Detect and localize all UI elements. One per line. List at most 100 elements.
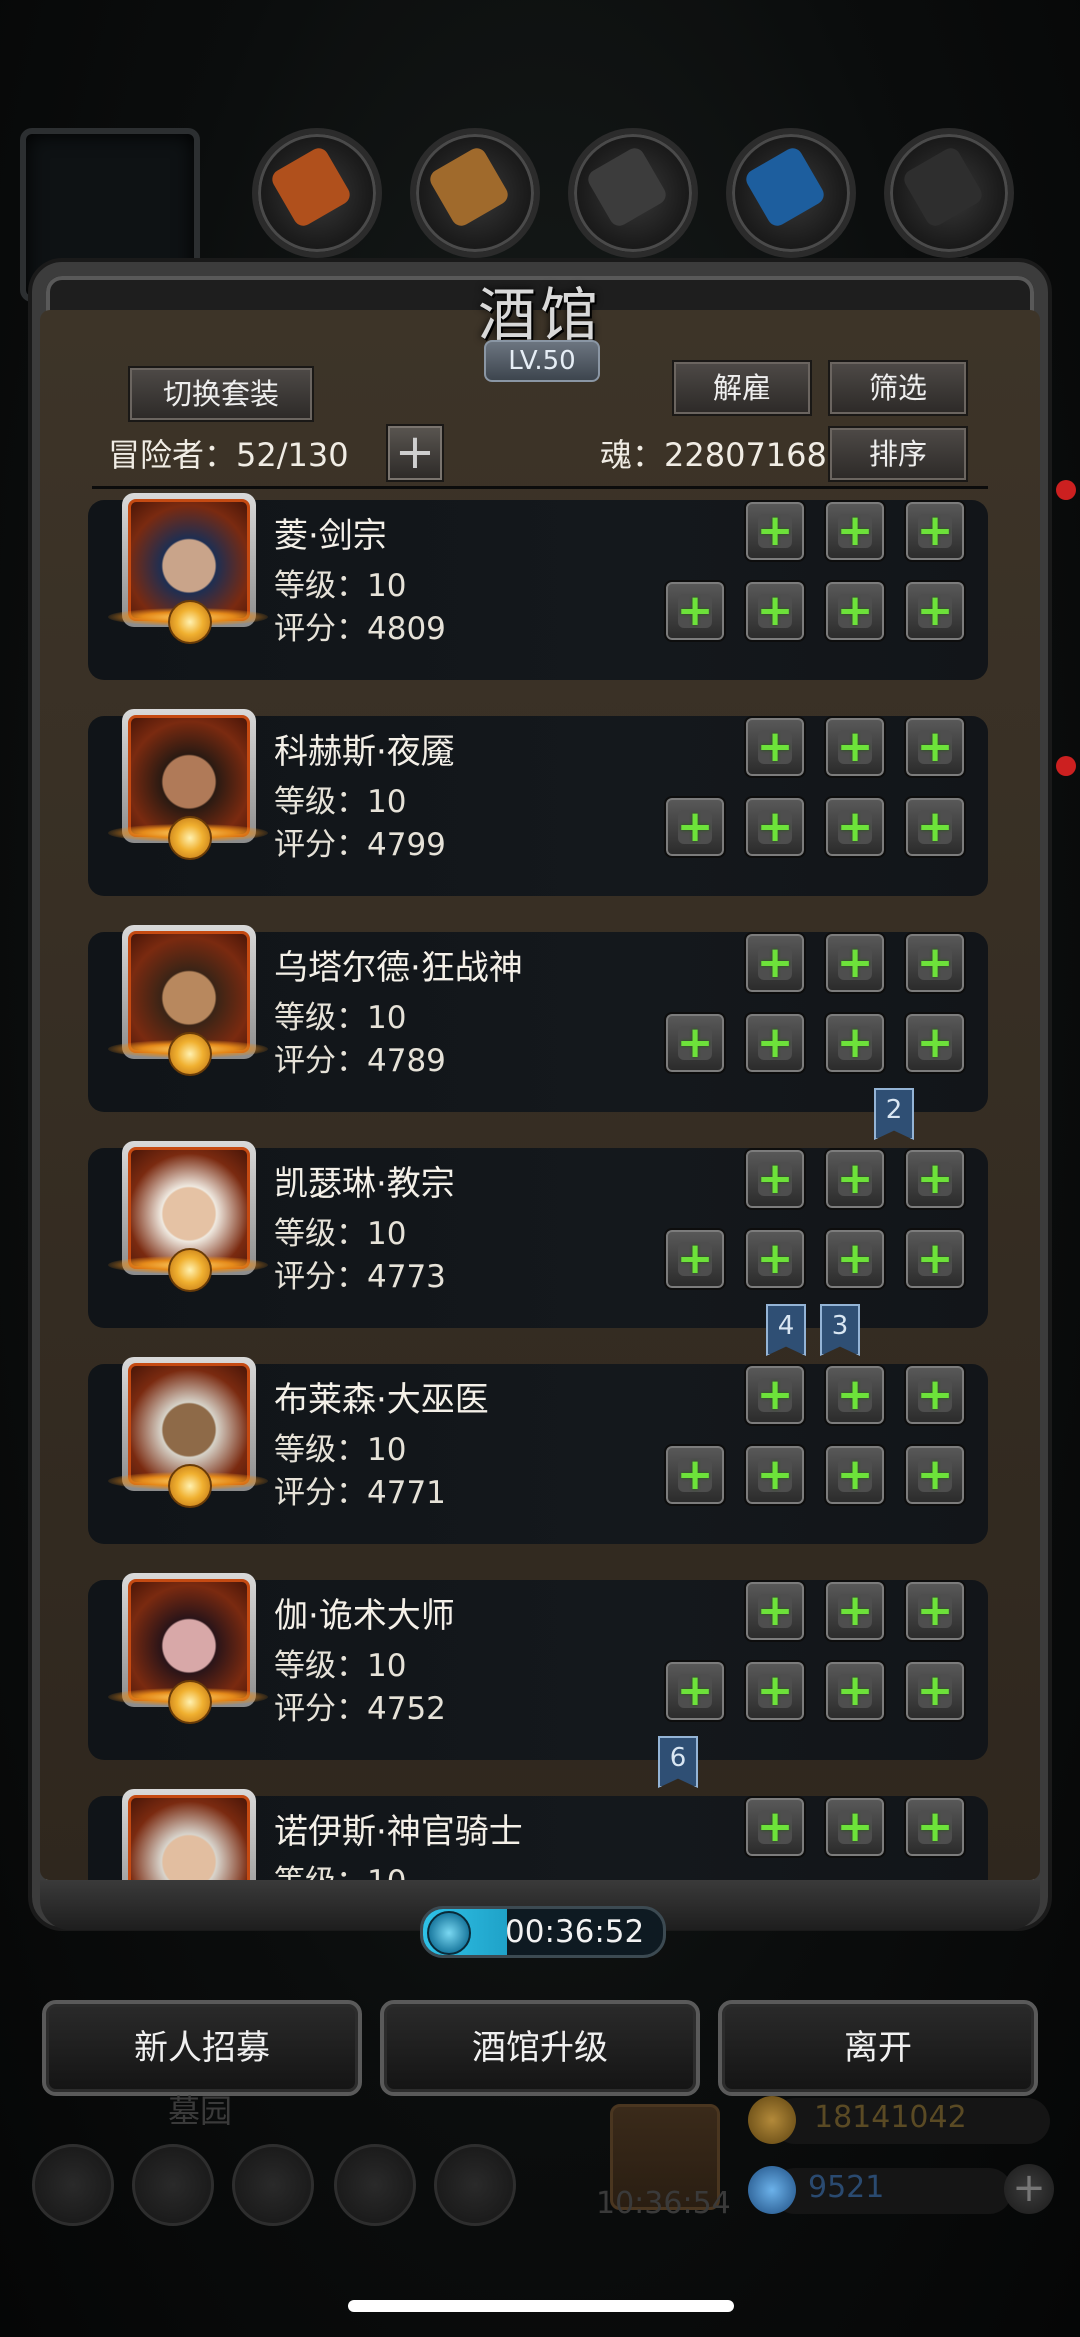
hero-card[interactable]: 乌塔尔德·狂战神 等级：10 评分：4789 + + + + + + + <box>88 925 988 1112</box>
gem-icon <box>748 2166 796 2214</box>
equipment-slot-add[interactable]: + <box>664 1660 726 1722</box>
graveyard-label: 墓园 <box>168 2092 233 2130</box>
equipment-slot-add[interactable]: + <box>904 796 966 858</box>
gift-timer: 10:36:54 <box>596 2186 731 2221</box>
equipment-slot-add[interactable]: + <box>824 1012 886 1074</box>
filter-button[interactable]: 筛选 <box>828 360 968 416</box>
equipment-slot-add[interactable]: + <box>904 1364 966 1426</box>
equipment-slot-add[interactable]: + <box>744 500 806 562</box>
equipment-slot-add[interactable]: + <box>664 580 726 642</box>
recruit-button[interactable]: 新人招募 <box>42 2000 362 2096</box>
equipment-slot-add[interactable]: + <box>744 716 806 778</box>
expand-capacity-button[interactable]: + <box>386 424 444 482</box>
green-plus-icon: + <box>836 1585 874 1636</box>
green-plus-icon: + <box>676 1017 714 1068</box>
hero-card[interactable]: 科赫斯·夜魇 等级：10 评分：4799 + + + + + + + <box>88 709 988 896</box>
green-plus-icon: + <box>836 721 874 772</box>
wood-icon[interactable] <box>410 128 540 258</box>
equipment-slot-add[interactable]: + <box>824 796 886 858</box>
equipment-slot-add[interactable]: + <box>664 1444 726 1506</box>
equipment-slot-add[interactable]: + <box>664 1012 726 1074</box>
equipment-slot-add[interactable]: + <box>824 716 886 778</box>
upgrade-tavern-button[interactable]: 酒馆升级 <box>380 2000 700 2096</box>
equipment-slot-add[interactable]: + <box>824 1660 886 1722</box>
hero-card[interactable]: 伽·诡术大师 等级：10 评分：4752 + + + + + + + <box>88 1573 988 1760</box>
equipment-slot-add[interactable]: + <box>824 1364 886 1426</box>
hero-level: 等级：10 <box>274 1648 407 1684</box>
hero-card[interactable]: 布莱森·大巫医 等级：10 评分：4771 + + + + + + + <box>88 1357 988 1544</box>
equipment-slot-add[interactable]: + <box>904 1660 966 1722</box>
crystal-icon[interactable] <box>726 128 856 258</box>
equipment-slot-add[interactable]: + <box>824 1228 886 1290</box>
equipment-slot-add[interactable]: + <box>904 580 966 642</box>
settings-icon[interactable] <box>32 2144 114 2226</box>
equipment-slot-add[interactable]: + <box>824 1796 886 1858</box>
gold-coin-icon <box>748 2096 796 2144</box>
notification-dot <box>1056 756 1076 776</box>
equipment-slot-add[interactable]: + <box>744 1796 806 1858</box>
equipment-slot-add[interactable]: + <box>664 1228 726 1290</box>
add-currency-button[interactable]: + <box>1004 2164 1054 2214</box>
equipment-slot-add[interactable]: + <box>904 1012 966 1074</box>
equipment-slot-add[interactable]: + <box>744 580 806 642</box>
hero-list[interactable]: 菱·剑宗 等级：10 评分：4809 + + + + + + + 科赫斯·夜魇 等级：10 评分：479… <box>86 492 996 1882</box>
equipment-slot-add[interactable]: + <box>824 1580 886 1642</box>
green-plus-icon: + <box>756 721 794 772</box>
equipment-slot-add[interactable]: + <box>904 1148 966 1210</box>
gem-amount: 9521 <box>808 2170 885 2205</box>
hero-card[interactable]: 凯瑟琳·教宗 等级：10 评分：4773 + + + + + + + <box>88 1141 988 1328</box>
green-plus-icon: + <box>916 505 954 556</box>
skill-icon[interactable] <box>132 2144 214 2226</box>
equipment-slot-add[interactable]: + <box>744 1364 806 1426</box>
stone-icon[interactable] <box>884 128 1014 258</box>
sort-button[interactable]: 排序 <box>828 426 968 482</box>
equipment-slot-add[interactable]: + <box>904 1580 966 1642</box>
book-icon[interactable] <box>334 2144 416 2226</box>
equipment-slot-add[interactable]: + <box>904 1228 966 1290</box>
equipment-slot-add[interactable]: + <box>744 1012 806 1074</box>
iron-icon[interactable] <box>568 128 698 258</box>
equipment-slot-add[interactable]: + <box>904 1444 966 1506</box>
hero-portrait[interactable] <box>122 1789 256 1882</box>
equipment-slot-add[interactable]: + <box>904 932 966 994</box>
leave-button[interactable]: 离开 <box>718 2000 1038 2096</box>
green-plus-icon: + <box>756 1369 794 1420</box>
green-plus-icon: + <box>836 1449 874 1500</box>
equipment-slot-add[interactable]: + <box>824 580 886 642</box>
equipment-slot-add[interactable]: + <box>904 1796 966 1858</box>
tavern-icon[interactable] <box>232 2144 314 2226</box>
green-plus-icon: + <box>836 1665 874 1716</box>
equipment-slot-add[interactable]: + <box>824 932 886 994</box>
equipment-slot-add[interactable]: + <box>744 1580 806 1642</box>
hero-score: 评分：4809 <box>274 611 446 647</box>
green-plus-icon: + <box>836 937 874 988</box>
home-indicator[interactable] <box>348 2300 734 2312</box>
equipment-slot-add[interactable]: + <box>744 796 806 858</box>
rank-icon <box>168 600 212 644</box>
green-plus-icon: + <box>916 1585 954 1636</box>
equipment-slot-add[interactable]: + <box>744 932 806 994</box>
equipment-slot-add[interactable]: + <box>824 1148 886 1210</box>
equipment-slot-add[interactable]: + <box>744 1660 806 1722</box>
equipment-slot-add[interactable]: + <box>824 500 886 562</box>
green-plus-icon: + <box>836 1801 874 1852</box>
green-plus-icon: + <box>756 1449 794 1500</box>
hero-card[interactable]: 诺伊斯·神官骑士 等级：10 + + + <box>88 1789 988 1882</box>
green-plus-icon: + <box>916 1233 954 1284</box>
dismiss-button[interactable]: 解雇 <box>672 360 812 416</box>
equipment-slot-add[interactable]: + <box>904 500 966 562</box>
green-plus-icon: + <box>916 721 954 772</box>
equipment-slot-add[interactable]: + <box>744 1228 806 1290</box>
hero-level: 等级：10 <box>274 1864 407 1882</box>
ore-icon[interactable] <box>252 128 382 258</box>
equipment-slot-add[interactable]: + <box>904 716 966 778</box>
map-icon[interactable] <box>434 2144 516 2226</box>
equipment-slot-add[interactable]: + <box>744 1148 806 1210</box>
equipment-slot-add[interactable]: + <box>824 1444 886 1506</box>
switch-outfit-button[interactable]: 切换套装 <box>128 366 314 422</box>
equipment-slot-add[interactable]: + <box>744 1444 806 1506</box>
hero-card[interactable]: 菱·剑宗 等级：10 评分：4809 + + + + + + + <box>88 493 988 680</box>
rank-icon <box>168 816 212 860</box>
soul-count: 魂：22807168 <box>600 436 827 474</box>
equipment-slot-add[interactable]: + <box>664 796 726 858</box>
